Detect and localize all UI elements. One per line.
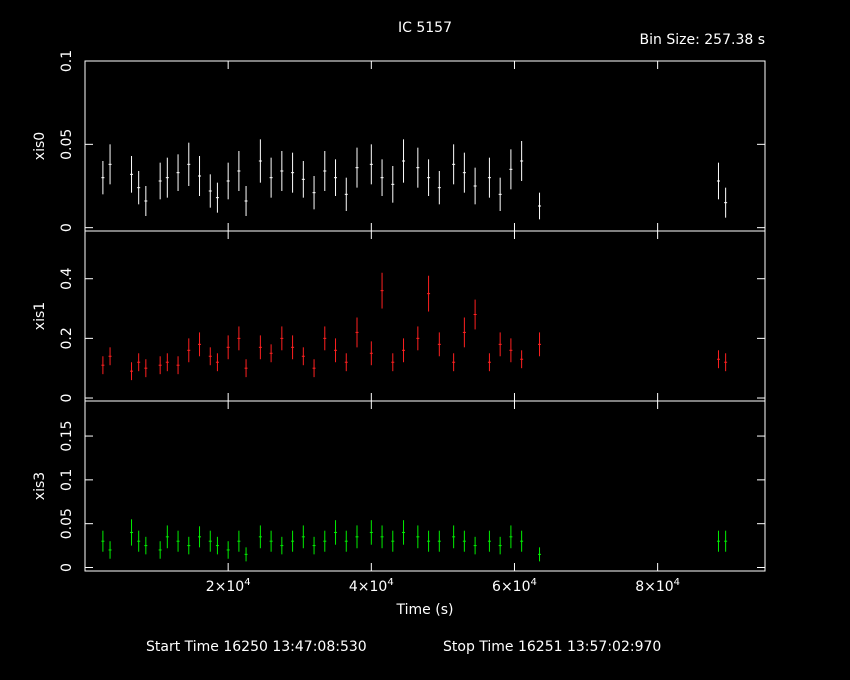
panel-xis3: 0 0.05 0.1 0.15 xis3 (32, 400, 766, 572)
y-tick-label: 0.05 (59, 508, 75, 539)
y-tick-label: 0 (59, 223, 75, 232)
panel-xis1: 0 0.2 0.4 xis1 (32, 230, 766, 403)
stop-time-label: Stop Time 16251 13:57:02:970 (443, 639, 661, 655)
chart-panels: 0 0.05 0.1 xis0 0 0.2 0.4 xis1 0 0.05 0.1 0.15 xis3 2… (32, 50, 766, 595)
panel-xis0: 0 0.05 0.1 xis0 (32, 50, 766, 232)
y-tick-label: 0.4 (59, 267, 75, 289)
x-axis-label: Time (s) (396, 602, 454, 618)
y-axis-label-xis3: xis3 (32, 472, 48, 500)
bin-size-label: Bin Size: 257.38 s (640, 32, 765, 48)
x-tick-label: 8×104 (635, 577, 680, 595)
chart-title: IC 5157 (398, 20, 452, 36)
y-tick-label: 0.1 (59, 50, 75, 72)
y-axis-label-xis1: xis1 (32, 302, 48, 330)
y-axis-label-xis0: xis0 (32, 132, 48, 160)
y-tick-label: 0 (59, 563, 75, 572)
panel-frame (84, 400, 766, 572)
y-tick-label: 0.15 (59, 420, 75, 451)
x-tick-label: 2×104 (206, 577, 251, 595)
x-tick-label: 6×104 (492, 577, 537, 595)
y-tick-label: 0 (59, 394, 75, 403)
panel-frame (84, 60, 766, 232)
panel-frame (84, 230, 766, 402)
y-tick-label: 0.2 (59, 327, 75, 349)
start-time-label: Start Time 16250 13:47:08:530 (146, 639, 367, 655)
y-tick-label: 0.1 (59, 469, 75, 491)
x-tick-label: 4×104 (349, 577, 394, 595)
y-tick-label: 0.05 (59, 129, 75, 160)
light-curve-chart: IC 5157 Bin Size: 257.38 s 00.050.1xis00… (32, 20, 766, 655)
